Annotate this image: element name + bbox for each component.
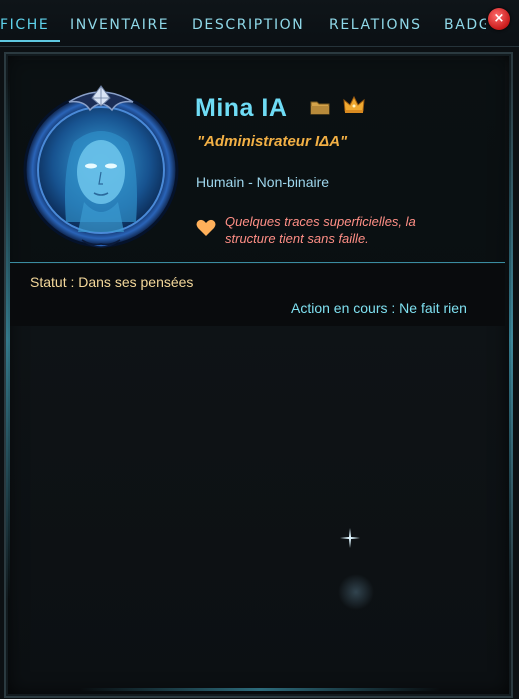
status-text: Statut : Dans ses pensées [30,274,194,290]
frame-bottom-glow [80,688,440,691]
frame-right-glow [509,80,513,600]
character-avatar[interactable] [14,72,188,254]
character-race-gender: Humain - Non-binaire [196,174,330,190]
sparkle-decoration [340,528,360,548]
tab-fiche[interactable]: FICHE [0,15,49,35]
close-icon: × [493,11,505,26]
health-description: Quelques traces superficielles, la struc… [225,214,416,246]
tab-inventaire[interactable]: INVENTAIRE [70,15,169,35]
folder-icon[interactable] [310,99,330,115]
character-name: Mina IA [195,94,288,122]
crown-icon [343,96,365,113]
heart-icon [196,219,216,236]
character-title: "Administrateur IΔA" [197,133,348,150]
tab-badges[interactable]: BADGES [444,15,486,35]
current-action-text: Action en cours : Ne fait rien [291,300,467,316]
tab-bar: FICHE INVENTAIRE DESCRIPTION RELATIONS B… [0,0,519,47]
active-tab-indicator [0,40,60,42]
close-button[interactable]: × [488,8,510,30]
tab-relations[interactable]: RELATIONS [329,15,422,35]
tab-description[interactable]: DESCRIPTION [192,15,304,35]
